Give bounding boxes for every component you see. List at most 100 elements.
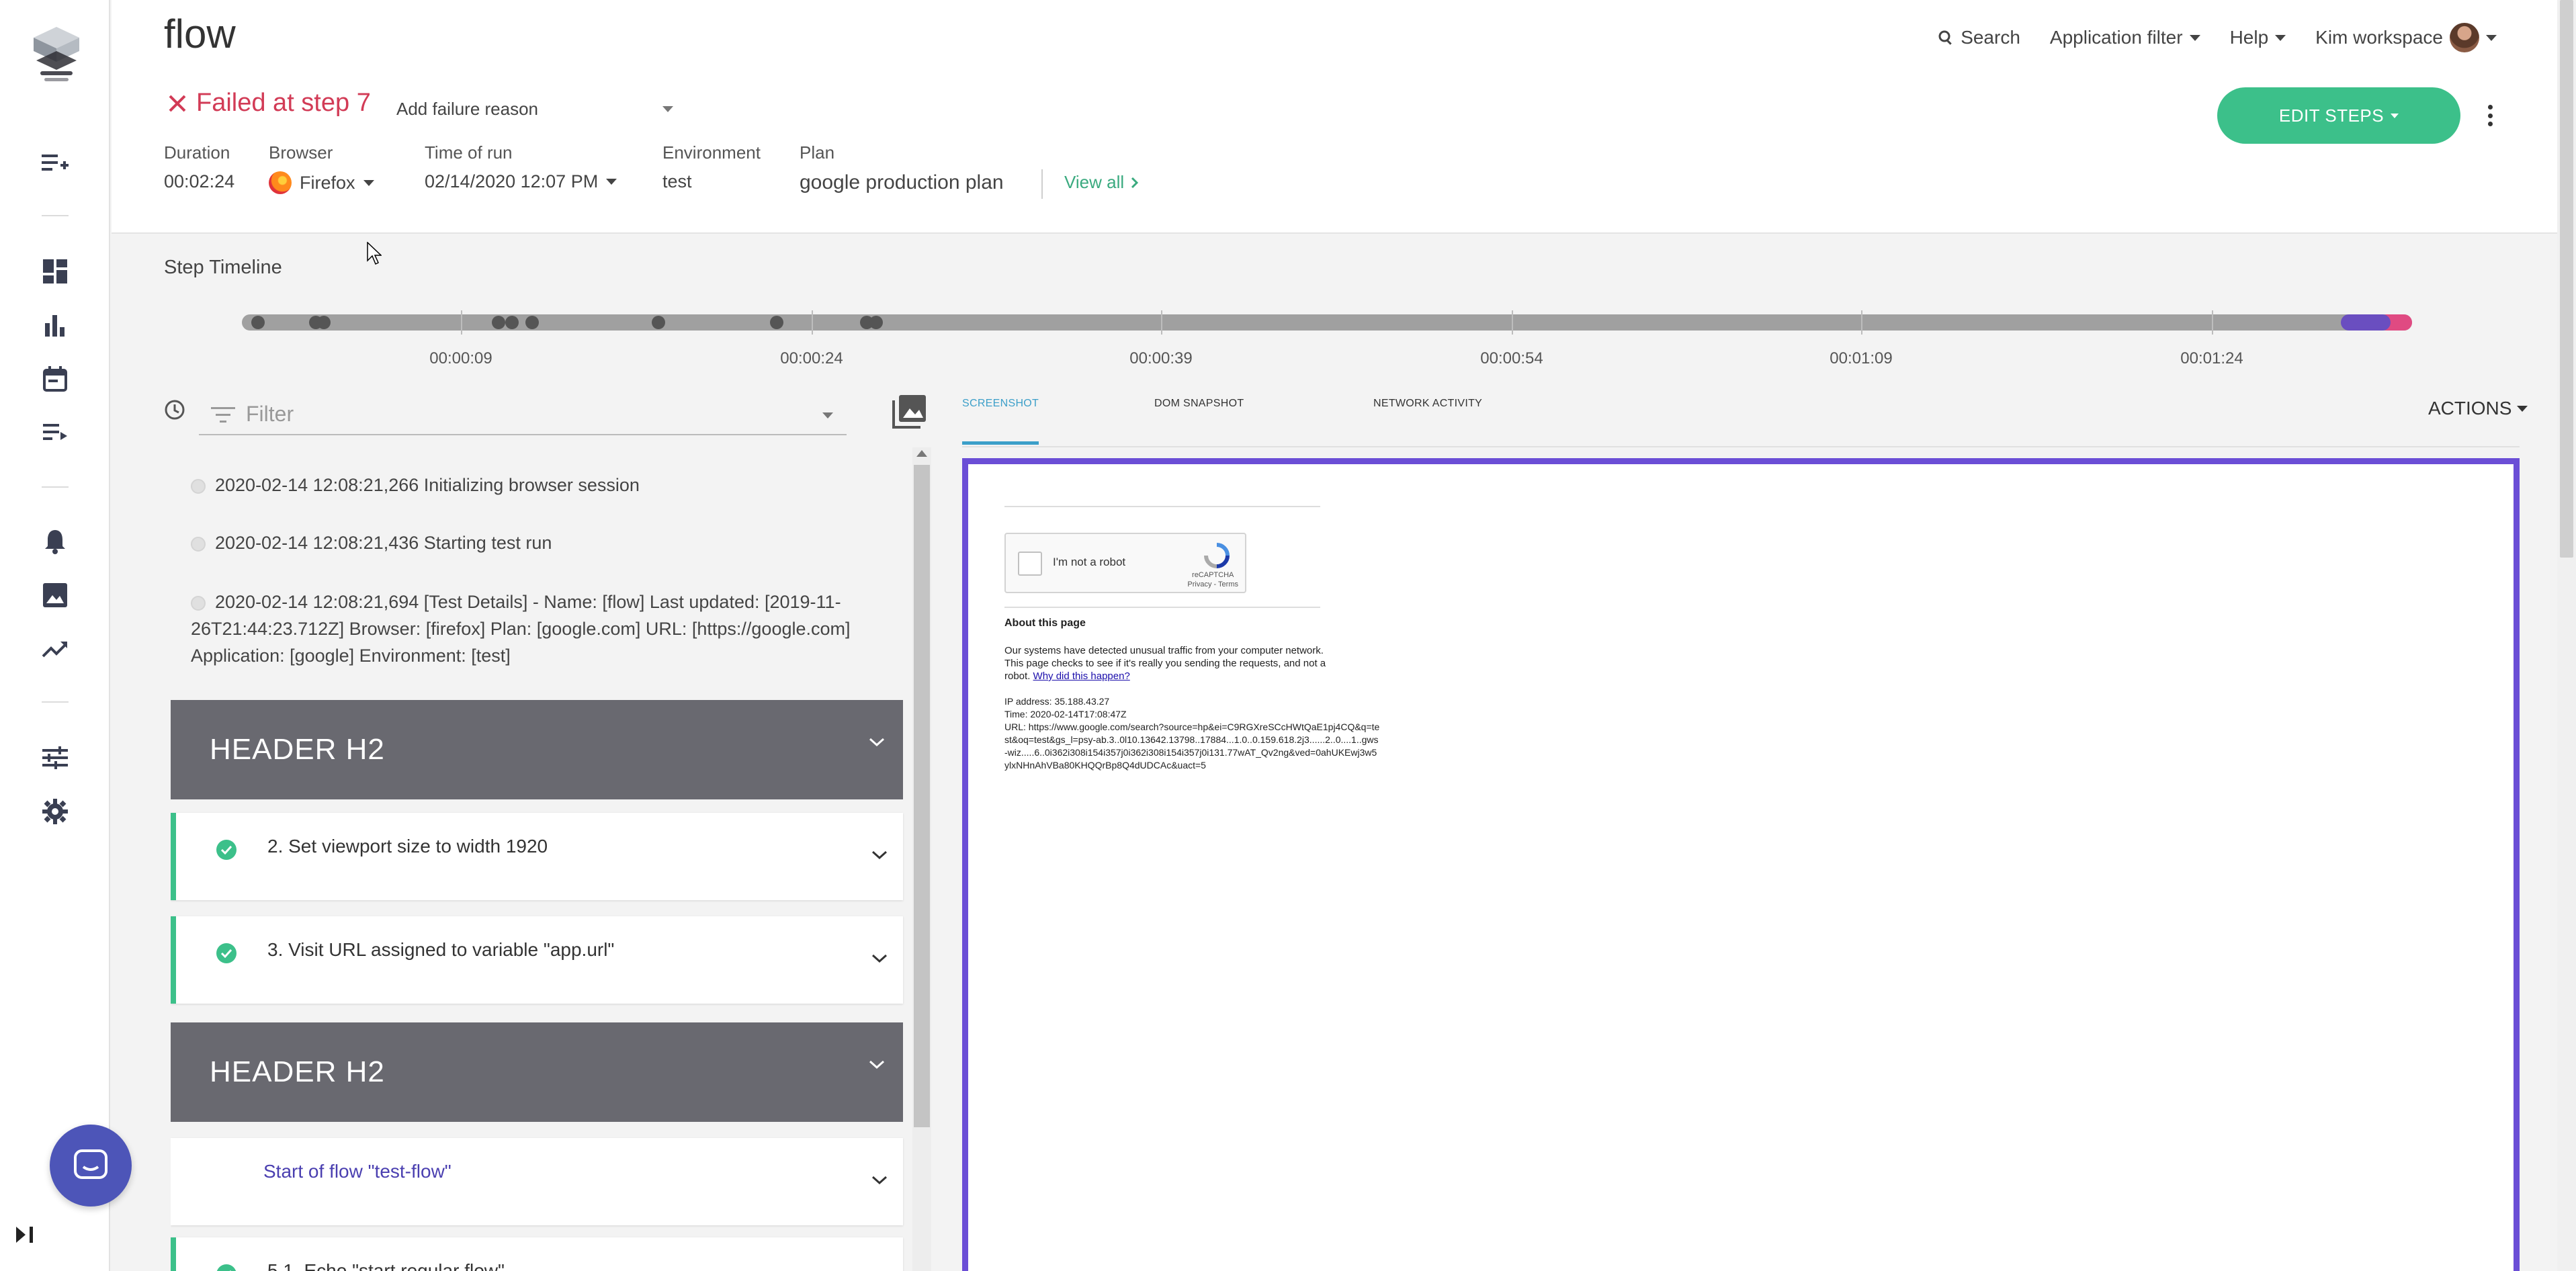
workspace-label: Kim workspace <box>2315 27 2443 48</box>
log-status-dot <box>191 595 206 611</box>
caret-down-icon <box>2486 34 2497 41</box>
step-row[interactable]: 2. Set viewport size to width 1920 <box>171 813 903 900</box>
help-dropdown[interactable]: Help <box>2230 27 2286 48</box>
app-logo[interactable] <box>30 24 83 85</box>
gallery-icon[interactable] <box>891 392 929 430</box>
history-icon[interactable] <box>164 399 188 423</box>
log-scrollbar[interactable] <box>912 447 931 1271</box>
timeline-tick-label: 00:01:24 <box>2180 349 2243 367</box>
timeline-marker[interactable] <box>869 316 883 329</box>
tab-screenshot[interactable]: SCREENSHOT <box>962 392 1039 445</box>
time-of-run-value: 02/14/2020 12:07 PM <box>425 171 599 191</box>
time-of-run-select[interactable]: 02/14/2020 12:07 PM <box>425 171 617 192</box>
calendar-icon[interactable] <box>38 361 73 396</box>
expand-sidebar-icon[interactable] <box>15 1225 42 1250</box>
captcha-brand-name: reCAPTCHA <box>1192 571 1234 579</box>
bell-icon[interactable] <box>38 524 73 559</box>
chevron-down-icon[interactable] <box>868 736 886 748</box>
mouse-cursor-icon <box>367 242 382 265</box>
chevron-down-icon[interactable] <box>871 1174 888 1186</box>
log-entry: 2020-02-14 12:08:21,694 [Test Details] -… <box>191 588 890 669</box>
search-label: Search <box>1961 27 2020 48</box>
trending-icon[interactable] <box>38 631 73 666</box>
divider <box>42 701 69 703</box>
chevron-down-icon[interactable] <box>868 1059 886 1071</box>
tab-network-activity[interactable]: NETWORK ACTIVITY <box>1373 392 1482 445</box>
environment-field: Environment test <box>662 142 761 192</box>
caret-down-icon <box>822 412 833 419</box>
log-text: 2020-02-14 12:08:21,436 Starting test ru… <box>215 533 552 553</box>
timeline-current-segment[interactable] <box>2341 314 2391 331</box>
application-filter-dropdown[interactable]: Application filter <box>2050 27 2200 48</box>
timeline-tick-label: 00:00:24 <box>780 349 843 367</box>
log-text: 2020-02-14 12:08:21,694 [Test Details] -… <box>191 592 851 666</box>
captcha-label: I'm not a robot <box>1053 556 1126 568</box>
timeline-marker[interactable] <box>317 316 331 329</box>
scrollbar-thumb[interactable] <box>2560 0 2573 558</box>
step-row[interactable]: 5.1. Echo "start regular flow" <box>171 1237 903 1271</box>
scrollbar-thumb[interactable] <box>914 465 930 1127</box>
gear-icon[interactable] <box>38 794 73 829</box>
ip-address: IP address: 35.188.43.27 <box>1004 696 1110 707</box>
playlist-icon[interactable] <box>38 415 73 450</box>
divider <box>42 215 69 216</box>
page-scrollbar[interactable] <box>2557 0 2576 1271</box>
log-filter-input[interactable]: Filter <box>199 394 847 435</box>
actions-menu-button[interactable]: ACTIONS <box>2428 398 2528 419</box>
view-all-link[interactable]: View all <box>1064 172 1139 193</box>
workspace-menu[interactable]: Kim workspace <box>2315 23 2497 52</box>
section-header[interactable]: HEADER H2 <box>171 1022 903 1122</box>
chevron-down-icon[interactable] <box>871 849 888 861</box>
search-icon <box>1938 30 1952 45</box>
browser-select[interactable]: Firefox <box>269 171 374 194</box>
check-circle-icon <box>216 1264 237 1271</box>
section-header[interactable]: HEADER H2 <box>171 700 903 799</box>
add-list-icon[interactable] <box>38 145 73 180</box>
divider <box>1004 506 1320 507</box>
image-icon[interactable] <box>38 578 73 613</box>
timeline-tick <box>1512 310 1513 335</box>
application-filter-label: Application filter <box>2049 27 2183 48</box>
time-of-run-label: Time of run <box>425 142 513 163</box>
about-text: Our systems have detected unusual traffi… <box>1004 644 1327 683</box>
step-label: 5.1. Echo "start regular flow" <box>267 1260 505 1271</box>
scroll-up-icon[interactable] <box>916 450 927 457</box>
log-status-dot <box>191 478 206 494</box>
timeline-tick <box>1161 310 1162 335</box>
step-row[interactable]: 3. Visit URL assigned to variable "app.u… <box>171 916 903 1004</box>
bar-chart-icon[interactable] <box>38 308 73 343</box>
screenshot-viewer[interactable]: I'm not a robot reCAPTCHA Privacy - Term… <box>962 458 2520 1271</box>
sliders-icon[interactable] <box>38 740 73 775</box>
tab-divider <box>962 446 2520 447</box>
search-button[interactable]: Search <box>1938 27 2020 48</box>
help-label: Help <box>2229 27 2269 48</box>
timeline-marker[interactable] <box>770 316 783 329</box>
timeline-marker[interactable] <box>492 316 505 329</box>
flow-start-row[interactable]: Start of flow "test-flow" <box>171 1138 903 1225</box>
check-circle-icon <box>216 840 237 860</box>
timeline-marker[interactable] <box>251 316 265 329</box>
caret-down-icon <box>2275 34 2286 41</box>
captcha-brand: reCAPTCHA Privacy - Terms <box>1187 570 1238 589</box>
step-timeline-track[interactable] <box>242 314 2412 331</box>
environment-label: Environment <box>662 142 761 163</box>
section-header-label: HEADER H2 <box>210 733 385 766</box>
dashboard-icon[interactable] <box>38 254 73 289</box>
log-entry: 2020-02-14 12:08:21,436 Starting test ru… <box>191 529 890 556</box>
failure-reason-select[interactable]: Add failure reason <box>396 95 673 122</box>
view-all-label: View all <box>1064 172 1125 192</box>
time-of-run-field: Time of run 02/14/2020 12:07 PM <box>425 142 617 192</box>
timeline-tick <box>2212 310 2213 335</box>
failure-reason-placeholder: Add failure reason <box>396 98 539 119</box>
chat-launcher-button[interactable] <box>50 1125 132 1207</box>
timeline-marker[interactable] <box>525 316 539 329</box>
flow-start-label: Start of flow "test-flow" <box>263 1161 452 1182</box>
chevron-down-icon[interactable] <box>871 953 888 965</box>
timeline-marker[interactable] <box>652 316 665 329</box>
timeline-marker[interactable] <box>505 316 519 329</box>
recaptcha-logo-icon <box>1204 543 1230 568</box>
tab-dom-snapshot[interactable]: DOM SNAPSHOT <box>1154 392 1244 445</box>
more-options-icon[interactable] <box>2483 102 2497 129</box>
step-label: 2. Set viewport size to width 1920 <box>267 836 548 857</box>
edit-steps-button[interactable]: EDIT STEPS <box>2217 87 2460 144</box>
